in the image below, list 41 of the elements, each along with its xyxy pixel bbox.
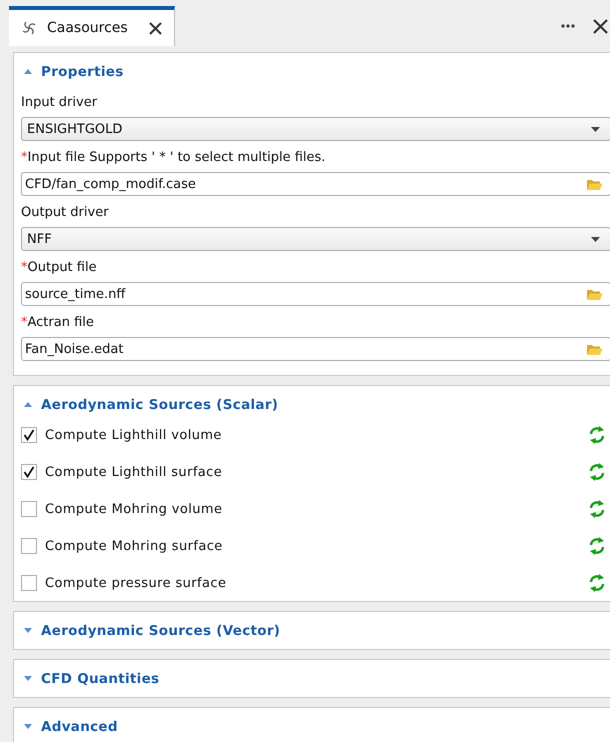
refresh-icon[interactable]	[588, 462, 606, 482]
checkbox[interactable]	[21, 427, 37, 443]
checkbox[interactable]	[21, 575, 37, 591]
section-header[interactable]: Advanced	[14, 708, 610, 742]
more-icon[interactable]	[561, 24, 575, 28]
section-header[interactable]: Aerodynamic Sources (Vector)	[14, 612, 610, 649]
dropdown[interactable]: ENSIGHTGOLD	[21, 117, 610, 141]
spiral-icon	[21, 20, 37, 36]
file-path-field[interactable]: CFD/fan_comp_modif.case	[21, 172, 610, 196]
folder-icon[interactable]	[586, 342, 603, 356]
refresh-icon[interactable]	[588, 573, 606, 593]
checkbox[interactable]	[21, 501, 37, 517]
folder-icon[interactable]	[586, 177, 603, 191]
field-label: *Output file	[21, 259, 98, 277]
section-header[interactable]: Aerodynamic Sources (Scalar)	[14, 386, 610, 423]
editor-tab[interactable]: Caasources	[9, 6, 175, 46]
dropdown[interactable]: NFF	[21, 227, 610, 251]
section-header[interactable]: CFD Quantities	[14, 660, 610, 697]
section-header[interactable]: Properties	[14, 53, 610, 90]
file-path-field[interactable]: Fan_Noise.edat	[21, 337, 610, 361]
caret-icon	[591, 126, 600, 132]
tab-title: Caasources	[47, 20, 129, 36]
checkbox-label: Compute Lighthill surface	[45, 464, 224, 480]
field-label: Output driver	[21, 204, 110, 222]
caret-icon	[591, 236, 600, 242]
refresh-icon[interactable]	[588, 499, 606, 519]
close-icon[interactable]	[593, 18, 608, 34]
refresh-icon[interactable]	[588, 536, 606, 556]
checkbox-label: Compute pressure surface	[45, 576, 228, 590]
field-label: *Input file Supports ' * ' to select multiple files.	[21, 149, 326, 167]
checkbox[interactable]	[21, 464, 37, 480]
file-path-field[interactable]: source_time.nff	[21, 282, 610, 306]
refresh-icon[interactable]	[588, 425, 606, 445]
field-label: Input driver	[21, 94, 98, 112]
checkbox-label: Compute Mohring volume	[45, 502, 224, 516]
field-label: *Actran file	[21, 314, 95, 332]
checkbox-label: Compute Lighthill volume	[45, 428, 223, 442]
close-icon[interactable]	[149, 22, 162, 34]
checkbox-label: Compute Mohring surface	[45, 538, 224, 554]
checkbox[interactable]	[21, 538, 37, 554]
folder-icon[interactable]	[586, 287, 603, 301]
